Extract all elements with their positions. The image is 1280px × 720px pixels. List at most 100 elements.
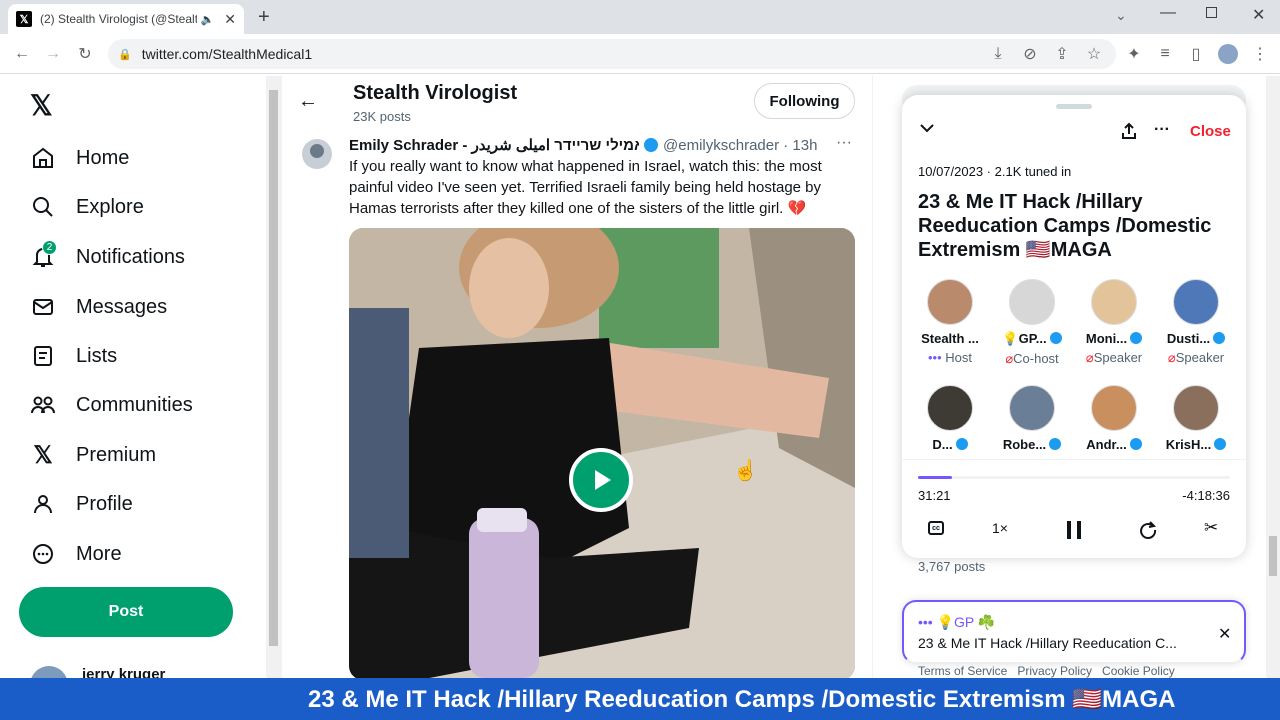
account-switcher[interactable]: jerry kruger	[30, 664, 250, 678]
tab-close-icon[interactable]: ✕	[224, 11, 236, 28]
participant[interactable]: Moni... ⌀Speaker	[1074, 279, 1154, 366]
back-icon[interactable]: ←	[12, 44, 32, 64]
avatar	[1009, 279, 1055, 325]
avatar	[1173, 279, 1219, 325]
space-meta: 10/07/2023 · 2.1K tuned in	[918, 164, 1072, 179]
scrollbar[interactable]	[266, 76, 281, 678]
clip-scissors-icon[interactable]: ✂	[1204, 518, 1218, 538]
nav-messages[interactable]: Messages	[30, 287, 167, 327]
tweet-avatar[interactable]	[302, 139, 332, 169]
tweet-author-row: Emily Schrader - אמילי שריידר امیلی شرید…	[349, 135, 829, 155]
playback-speed-button[interactable]: 1×	[992, 520, 1008, 536]
mic-off-icon: ⌀	[1167, 350, 1176, 365]
participant-name: Moni...	[1085, 331, 1128, 346]
scrollbar-thumb[interactable]	[1269, 536, 1277, 576]
post-button[interactable]: Post	[19, 587, 233, 637]
avatar	[1009, 385, 1055, 431]
nav-label: Messages	[76, 295, 168, 318]
nav-more[interactable]: More	[30, 534, 122, 574]
divider	[902, 459, 1246, 460]
playback-progress	[918, 476, 953, 479]
share-icon[interactable]: ⇪	[1052, 44, 1072, 64]
nav-notifications[interactable]: 2 Notifications	[30, 237, 185, 277]
participant-role: Speaker	[1175, 350, 1225, 365]
nav-lists[interactable]: Lists	[30, 336, 117, 376]
browser-tab[interactable]: 𝕏 (2) Stealth Virologist (@Stealth 🔈 ✕	[8, 4, 244, 34]
verified-badge-icon	[1214, 438, 1227, 450]
install-icon[interactable]: ⤓	[988, 44, 1008, 64]
bell-icon: 2	[30, 240, 57, 270]
participant[interactable]: Dusti... ⌀Speaker	[1156, 279, 1236, 366]
captions-icon[interactable]: cc	[928, 521, 944, 535]
speaker-icon[interactable]: 🔈	[201, 13, 215, 26]
nav-label: Notifications	[76, 245, 185, 268]
playback-track[interactable]	[918, 476, 1230, 479]
docked-title: 23 & Me IT Hack /Hillary Reeducation C..…	[918, 635, 1177, 651]
profile-avatar-icon[interactable]	[1218, 44, 1238, 64]
tweet-handle[interactable]: @emilykschrader · 13h	[663, 137, 817, 154]
bookmark-star-icon[interactable]: ☆	[1084, 44, 1104, 64]
tweet-more-icon[interactable]: ···	[836, 134, 852, 152]
participant[interactable]: Robe...	[992, 385, 1072, 452]
participant[interactable]: KrisH...	[1156, 385, 1236, 452]
notification-badge: 2	[42, 240, 57, 255]
list-icon	[30, 343, 56, 369]
close-icon[interactable]: ✕	[1218, 624, 1231, 644]
forward-icon[interactable]: →	[43, 44, 63, 64]
new-tab-icon[interactable]: +	[258, 6, 270, 29]
nav-communities[interactable]: Communities	[30, 385, 193, 425]
participant-name: 💡GP...	[1002, 331, 1047, 346]
nav-label: Home	[76, 146, 130, 169]
participant[interactable]: Stealth ... ••• Host	[910, 279, 990, 365]
nav-premium[interactable]: 𝕏 Premium	[30, 435, 156, 475]
drag-handle[interactable]	[1056, 104, 1092, 109]
scrollbar-thumb[interactable]	[269, 90, 278, 646]
pause-icon[interactable]	[1064, 519, 1084, 541]
docked-space-bar[interactable]: ••• 💡GP ☘️ 23 & Me IT Hack /Hillary Reed…	[902, 600, 1246, 664]
tweet-video[interactable]	[349, 228, 855, 680]
extensions-icon[interactable]: ✦	[1124, 44, 1144, 64]
tab-search-icon[interactable]: ⌄	[1115, 7, 1127, 24]
lock-icon: 🔒	[118, 48, 132, 61]
browser-menu-icon[interactable]: ⋮	[1250, 44, 1270, 64]
address-bar[interactable]: 🔒 twitter.com/StealthMedical1	[108, 39, 1116, 69]
skip-forward-icon[interactable]	[1138, 520, 1158, 540]
footer-links[interactable]: Terms of Service Privacy Policy Cookie P…	[918, 664, 1175, 678]
nav-label: Lists	[76, 344, 118, 367]
nav-label: Explore	[76, 195, 144, 218]
nav-explore[interactable]: Explore	[30, 187, 144, 227]
participant-name: Robe...	[1002, 437, 1047, 452]
close-space-button[interactable]: Close	[1190, 123, 1231, 140]
nav-profile[interactable]: Profile	[30, 484, 133, 524]
x-logo-icon[interactable]: 𝕏	[30, 89, 53, 122]
eye-off-icon[interactable]: ⊘	[1020, 44, 1040, 64]
url-text: twitter.com/StealthMedical1	[141, 46, 313, 62]
side-panel-icon[interactable]: ▯	[1186, 44, 1206, 64]
participant[interactable]: Andr...	[1074, 385, 1154, 452]
participant-name: KrisH...	[1165, 437, 1212, 452]
space-more-icon[interactable]: ···	[1154, 121, 1170, 139]
profile-post-count: 23K posts	[353, 109, 411, 124]
tweet-text: If you really want to know what happened…	[349, 158, 822, 217]
nav-home[interactable]: Home	[30, 138, 129, 178]
following-button[interactable]: Following	[754, 83, 855, 119]
verified-badge-icon	[1129, 438, 1142, 450]
restore-icon[interactable]	[1206, 7, 1217, 18]
window-close-icon[interactable]: ✕	[1252, 5, 1265, 25]
scrollbar[interactable]	[1266, 76, 1280, 678]
reload-icon[interactable]: ↻	[75, 44, 95, 64]
collapse-chevron-icon[interactable]	[918, 119, 936, 137]
participant[interactable]: 💡GP... ⌀Co-host	[992, 279, 1072, 367]
participant-role: Speaker	[1093, 350, 1143, 365]
media-control-icon[interactable]: ≡	[1155, 44, 1175, 64]
remaining-time: -4:18:36	[1182, 488, 1230, 503]
participant[interactable]: D...	[910, 385, 990, 452]
play-button-icon[interactable]	[569, 448, 633, 512]
share-icon[interactable]	[1120, 122, 1138, 140]
profile-name: Stealth Virologist	[353, 82, 518, 104]
tweet-author-name[interactable]: Emily Schrader - אמילי שריידר امیلی شرید…	[349, 136, 639, 154]
minimize-icon[interactable]: —	[1160, 4, 1176, 22]
account-name: jerry kruger	[82, 666, 166, 678]
participant-name: Stealth ...	[921, 331, 979, 346]
back-arrow-icon[interactable]: ←	[298, 90, 318, 113]
